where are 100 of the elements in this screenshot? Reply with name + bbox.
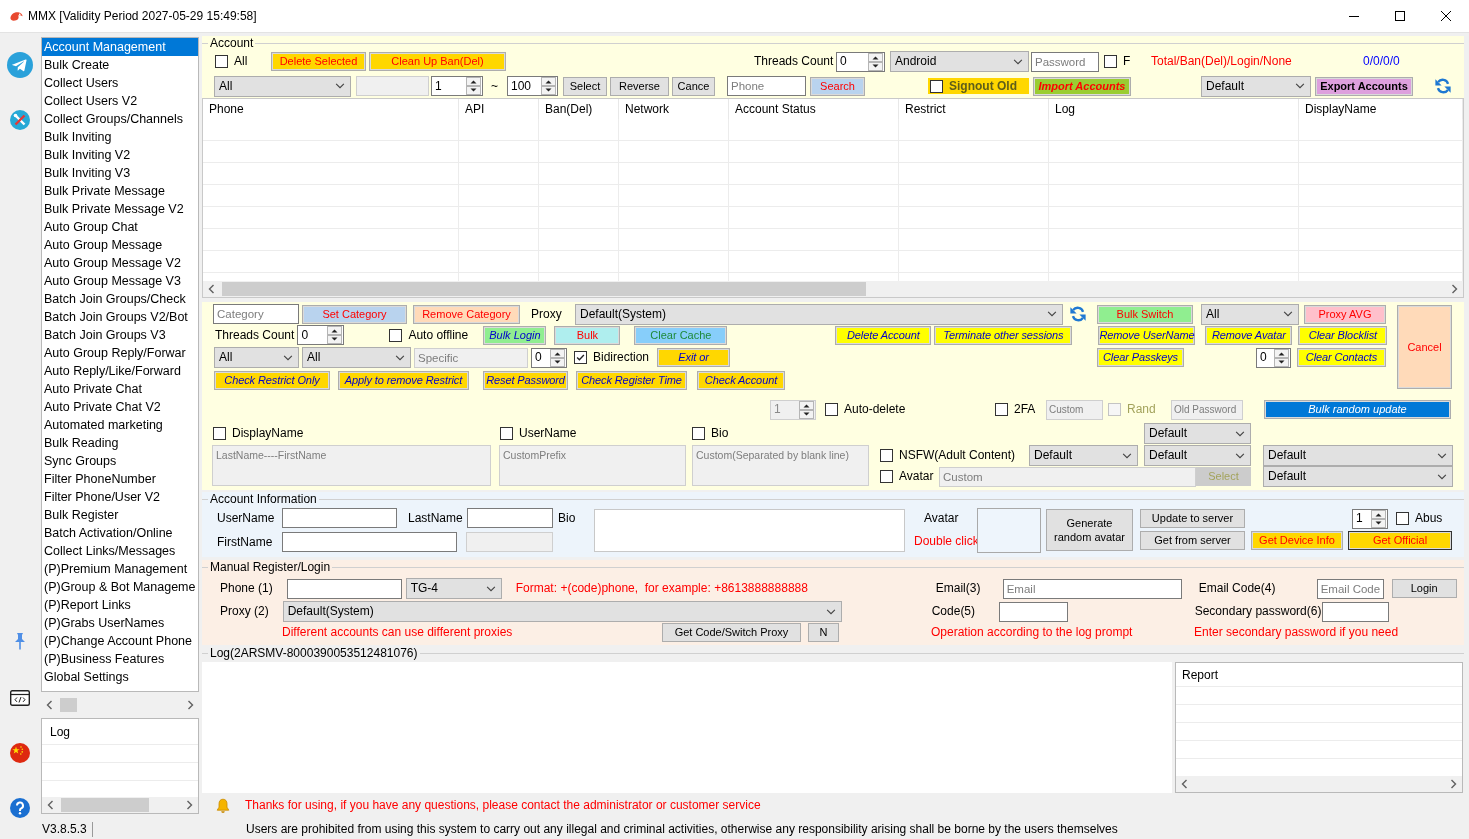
- scroll-left-icon[interactable]: [208, 284, 215, 294]
- proxy-dropdown[interactable]: Default(System): [282, 601, 842, 622]
- checkbox[interactable]: [692, 427, 705, 440]
- pin-icon[interactable]: [13, 632, 27, 650]
- check-register-time-button[interactable]: Check Register Time: [576, 370, 687, 390]
- sidebar-item[interactable]: Automated marketing: [42, 416, 198, 434]
- caret-icon[interactable]: [1235, 430, 1245, 437]
- help-icon[interactable]: [10, 798, 30, 818]
- reverse-button[interactable]: Reverse: [610, 76, 669, 96]
- caret-icon[interactable]: [395, 354, 405, 361]
- reset-password-button[interactable]: Reset Password: [483, 370, 568, 390]
- phone-field[interactable]: [286, 578, 402, 599]
- scroll-thumb[interactable]: [61, 798, 149, 812]
- scroll-thumb[interactable]: [60, 698, 77, 712]
- caret-icon[interactable]: [1437, 452, 1447, 459]
- sidebar-item[interactable]: (P)Change Account Phone: [42, 632, 198, 650]
- get-code-button[interactable]: Get Code/Switch Proxy: [662, 623, 801, 642]
- checkbox[interactable]: [880, 449, 893, 462]
- sidebar-item[interactable]: Auto Group Message V3: [42, 272, 198, 290]
- bulk-random-update-button[interactable]: Bulk random update: [1264, 400, 1451, 419]
- checkbox[interactable]: [880, 470, 893, 483]
- threads-count-spinner[interactable]: 0: [297, 325, 345, 345]
- exit-button[interactable]: Exit or: [657, 348, 730, 367]
- n-button[interactable]: N: [808, 623, 839, 642]
- horizontal-scrollbar[interactable]: [42, 797, 198, 813]
- sidebar-item[interactable]: Auto Private Chat: [42, 380, 198, 398]
- sidebar-item[interactable]: Batch Join Groups V2/Bot: [42, 308, 198, 326]
- column-header[interactable]: API: [459, 99, 539, 119]
- login-button[interactable]: Login: [1391, 579, 1457, 598]
- sidebar-item[interactable]: Auto Private Chat V2: [42, 398, 198, 416]
- sidebar-item[interactable]: Collect Groups/Channels: [42, 110, 198, 128]
- platform-dropdown[interactable]: Android: [890, 51, 1029, 72]
- terminate-sessions-button[interactable]: Terminate other sessions: [934, 325, 1073, 345]
- sidebar-item[interactable]: Bulk Private Message: [42, 182, 198, 200]
- export-format-dropdown[interactable]: Default: [1201, 75, 1311, 97]
- minimize-icon[interactable]: [1349, 15, 1359, 17]
- spin-arrows-icon[interactable]: [466, 77, 481, 95]
- horizontal-scrollbar[interactable]: [203, 281, 1463, 297]
- avatar-field[interactable]: [977, 507, 1041, 553]
- spin-arrows-icon[interactable]: [1274, 348, 1289, 367]
- caret-icon[interactable]: [1122, 452, 1132, 459]
- sidebar-item[interactable]: (P)Group & Bot Manageme: [42, 578, 198, 596]
- sidebar-item[interactable]: Filter PhoneNumber: [42, 470, 198, 488]
- checkbox[interactable]: [995, 403, 1008, 416]
- sidebar-item[interactable]: Bulk Inviting: [42, 128, 198, 146]
- sidebar-item[interactable]: Auto Group Reply/Forwar: [42, 344, 198, 362]
- code-window-icon[interactable]: [10, 690, 30, 706]
- column-header[interactable]: Log: [1049, 99, 1299, 119]
- bio-field[interactable]: [594, 508, 905, 552]
- proxy-dropdown[interactable]: Default(System): [575, 303, 1063, 325]
- checkbox[interactable]: [930, 79, 943, 93]
- checkbox[interactable]: [1396, 512, 1409, 525]
- sidebar-item[interactable]: Collect Users: [42, 74, 198, 92]
- refresh-icon[interactable]: [1434, 77, 1452, 95]
- caret-icon[interactable]: [1047, 311, 1057, 317]
- lastname-field[interactable]: [466, 508, 553, 528]
- sidebar-item[interactable]: (P)Report Links: [42, 596, 198, 614]
- sidebar-item[interactable]: Batch Join Groups/Check: [42, 290, 198, 308]
- default-dropdown[interactable]: Default: [1263, 466, 1453, 487]
- filter-dropdown[interactable]: All: [214, 75, 351, 97]
- caret-icon[interactable]: [1437, 473, 1447, 480]
- scroll-right-icon[interactable]: [187, 700, 194, 710]
- tools-icon[interactable]: [10, 110, 30, 130]
- sidebar-item[interactable]: Auto Group Chat: [42, 218, 198, 236]
- refresh-icon[interactable]: [1069, 305, 1087, 323]
- checkbox[interactable]: [389, 328, 403, 342]
- sidebar-item[interactable]: Auto Group Message: [42, 236, 198, 254]
- firstname-field[interactable]: [282, 532, 457, 552]
- column-header[interactable]: Network: [619, 99, 729, 119]
- bulk-login-button[interactable]: Bulk Login: [483, 325, 547, 345]
- phone-search-field[interactable]: Phone: [727, 76, 806, 96]
- sidebar-item[interactable]: Auto Group Message V2: [42, 254, 198, 272]
- caret-icon[interactable]: [485, 585, 496, 592]
- default-dropdown[interactable]: Default: [1029, 445, 1138, 466]
- category-field[interactable]: Category: [213, 304, 299, 324]
- clear-passkeys-button[interactable]: Clear Passkeys: [1097, 348, 1184, 367]
- sidebar-item[interactable]: (P)Grabs UserNames: [42, 614, 198, 632]
- number-spinner[interactable]: 0: [1256, 347, 1291, 368]
- sidebar-item[interactable]: Bulk Inviting V2: [42, 146, 198, 164]
- delete-account-button[interactable]: Delete Account: [835, 325, 932, 345]
- number-spinner[interactable]: 0: [531, 347, 567, 368]
- column-header[interactable]: DisplayName: [1299, 99, 1463, 119]
- spin-arrows-icon[interactable]: [327, 326, 343, 344]
- default-dropdown[interactable]: Default: [1144, 423, 1251, 444]
- email-code-field[interactable]: Email Code: [1316, 578, 1384, 599]
- caret-icon[interactable]: [1283, 311, 1293, 317]
- filter-dropdown[interactable]: All: [1201, 303, 1299, 325]
- api-dropdown[interactable]: TG-4: [405, 578, 502, 599]
- remove-avatar-button[interactable]: Remove Avatar: [1205, 325, 1293, 345]
- checkbox[interactable]: [825, 403, 838, 416]
- code-field[interactable]: [998, 601, 1068, 622]
- sidebar-item[interactable]: Filter Phone/User V2: [42, 488, 198, 506]
- sidebar-item[interactable]: Auto Reply/Like/Forward: [42, 362, 198, 380]
- scroll-right-icon[interactable]: [1451, 284, 1458, 294]
- caret-icon[interactable]: [335, 83, 345, 89]
- get-from-server-button[interactable]: Get from server: [1140, 530, 1245, 550]
- sidebar-item[interactable]: Batch Activation/Online: [42, 524, 198, 542]
- spin-arrows-icon[interactable]: [550, 348, 565, 367]
- scroll-left-icon[interactable]: [1181, 779, 1188, 789]
- checkbox[interactable]: [1104, 55, 1117, 68]
